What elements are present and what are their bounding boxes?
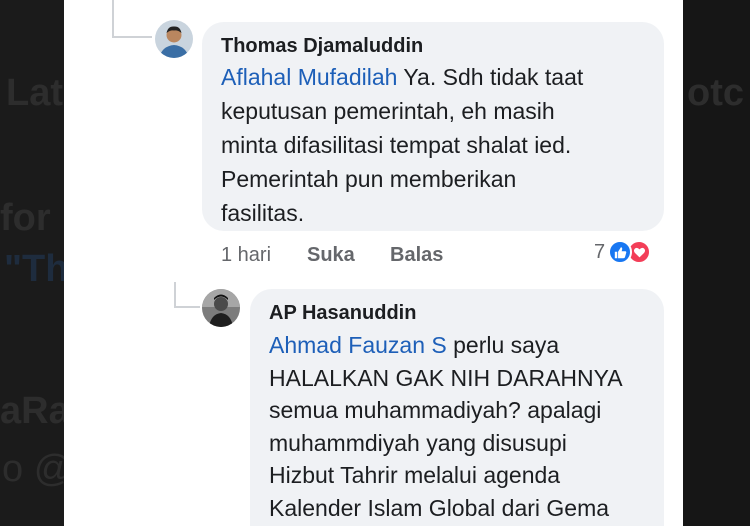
comment-line: fasilitas. (221, 200, 305, 226)
comment-thread-panel: Thomas Djamaluddin Aflahal Mufadilah Ya.… (64, 0, 683, 526)
thread-connector (174, 306, 200, 308)
reaction-summary[interactable]: 7 (594, 240, 652, 264)
mention-link[interactable]: Ahmad Fauzan S (269, 332, 447, 358)
comment-line: muhammdiyah yang disusupi (269, 429, 567, 456)
comment-line: Aflahal Mufadilah Ya. Sdh tidak taat (221, 60, 661, 94)
comment-author[interactable]: Thomas Djamaluddin (221, 35, 423, 58)
background-right-strip: otc (683, 0, 750, 526)
comment-line: Ahmad Fauzan S perlu saya (269, 329, 664, 362)
background-text: "Th (4, 248, 69, 290)
reply-button[interactable]: Balas (390, 244, 443, 267)
mention-link[interactable]: Aflahal Mufadilah (221, 64, 397, 90)
comment-text: Aflahal Mufadilah Ya. Sdh tidak taat kep… (221, 60, 661, 230)
comment-line: keputusan pemerintah, eh masih (221, 98, 555, 124)
thread-connector (174, 282, 176, 308)
comment-line-text: Ya. Sdh tidak taat (397, 64, 584, 90)
thread-connector (112, 36, 152, 38)
background-text: for (0, 197, 51, 239)
avatar[interactable] (202, 289, 240, 327)
thread-connector (112, 0, 114, 36)
like-button[interactable]: Suka (307, 244, 355, 267)
avatar[interactable] (155, 20, 193, 58)
background-text: otc (687, 72, 744, 114)
background-text: aRa (0, 390, 70, 432)
comment-line: Hizbut Tahrir melalui agenda (269, 462, 561, 488)
like-icon (608, 240, 633, 264)
comment-line: Kalender Islam Global dari Gema (269, 494, 610, 521)
comment-line: Pemerintah pun memberikan (221, 166, 517, 192)
comment-line: HALALKAN GAK NIH DARAHNYA (269, 364, 623, 391)
comment-line: semua muhammadiyah? apalagi (269, 397, 602, 423)
background-text: Lat (6, 72, 63, 114)
reaction-count: 7 (594, 240, 606, 263)
comment-timestamp[interactable]: 1 hari (221, 244, 271, 267)
comment-text: Ahmad Fauzan S perlu saya HALALKAN GAK N… (269, 329, 664, 524)
comment-line: minta difasilitasi tempat shalat ied. (221, 132, 572, 158)
comment-author[interactable]: AP Hasanuddin (269, 302, 416, 325)
background-text: o @ (2, 448, 73, 490)
comment-line-text: perlu saya (446, 332, 560, 358)
